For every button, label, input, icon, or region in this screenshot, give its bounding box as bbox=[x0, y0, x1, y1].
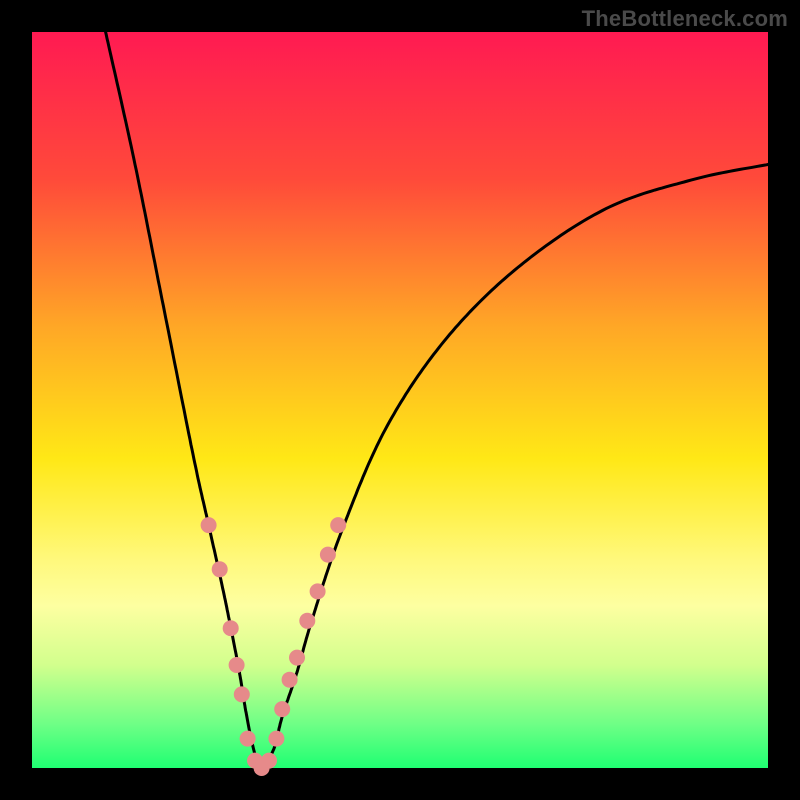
watermark-label: TheBottleneck.com bbox=[582, 6, 788, 32]
highlight-dot bbox=[330, 517, 346, 533]
highlight-dot bbox=[289, 650, 305, 666]
highlight-dot bbox=[229, 657, 245, 673]
highlight-dot bbox=[320, 547, 336, 563]
highlight-dot bbox=[234, 686, 250, 702]
highlight-dot bbox=[223, 620, 239, 636]
chart-frame: TheBottleneck.com bbox=[0, 0, 800, 800]
highlight-dot bbox=[212, 561, 228, 577]
plot-background bbox=[32, 32, 768, 768]
highlight-dot bbox=[240, 731, 256, 747]
bottleneck-chart bbox=[0, 0, 800, 800]
highlight-dot bbox=[274, 701, 290, 717]
highlight-dot bbox=[299, 613, 315, 629]
highlight-dot bbox=[201, 517, 217, 533]
highlight-dot bbox=[310, 583, 326, 599]
highlight-dot bbox=[282, 672, 298, 688]
highlight-dot bbox=[261, 753, 277, 769]
highlight-dot bbox=[268, 731, 284, 747]
